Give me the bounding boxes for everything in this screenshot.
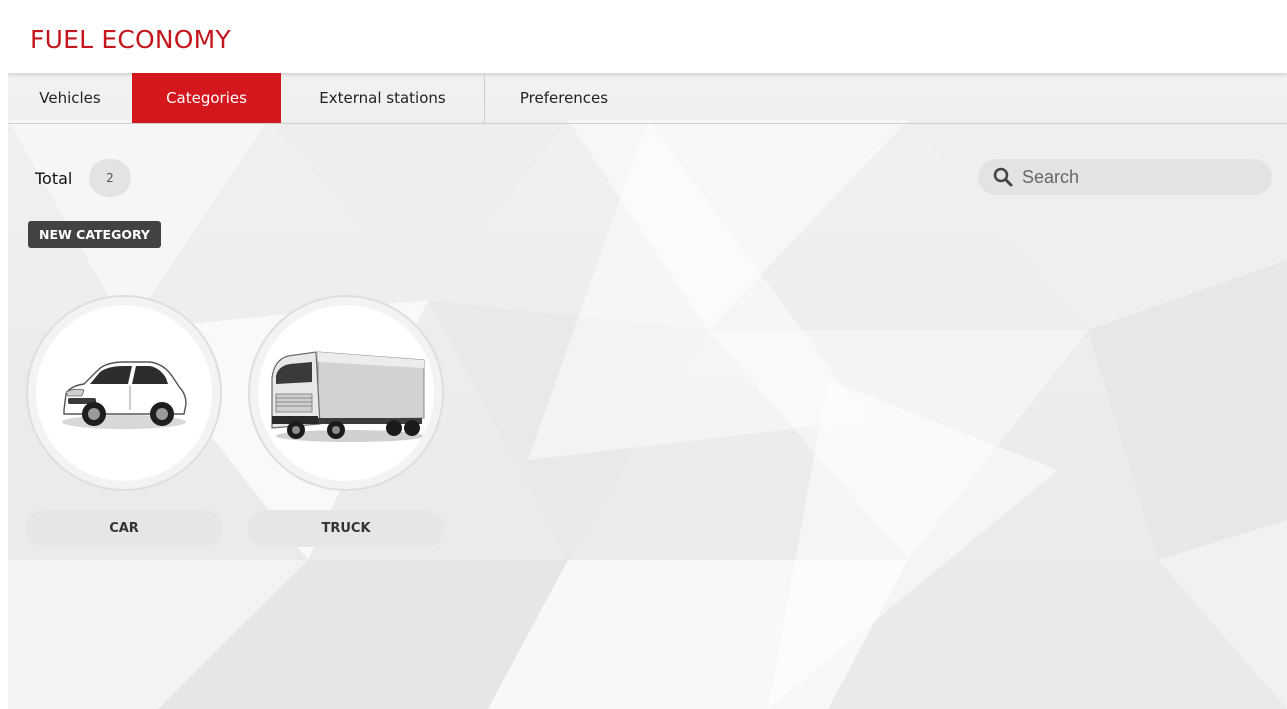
app-header: FUEL ECONOMY (8, 0, 1287, 73)
tab-bar: Vehicles Categories External stations Pr… (8, 73, 1287, 124)
category-image-frame (248, 295, 444, 491)
tab-preferences[interactable]: Preferences (485, 73, 643, 123)
new-category-button[interactable]: NEW CATEGORY (28, 221, 161, 248)
search-input[interactable] (1020, 165, 1264, 189)
category-image-frame (26, 295, 222, 491)
category-label: TRUCK (248, 510, 444, 547)
truck-icon (271, 351, 425, 442)
tab-external-stations[interactable]: External stations (281, 73, 485, 123)
tab-categories[interactable]: Categories (132, 73, 281, 123)
category-label: CAR (26, 510, 222, 547)
car-icon (62, 361, 187, 429)
total-count-badge: 2 (89, 159, 131, 197)
category-card-truck[interactable]: TRUCK (248, 295, 448, 555)
page: FUEL ECONOMY Vehicles Categories Externa… (0, 0, 1287, 709)
total-label: Total (35, 169, 73, 188)
app-title: FUEL ECONOMY (30, 25, 231, 54)
category-card-car[interactable]: CAR (26, 295, 226, 555)
tab-vehicles[interactable]: Vehicles (8, 73, 132, 123)
search-box[interactable] (978, 159, 1272, 195)
search-icon (992, 166, 1014, 188)
left-rail (0, 0, 8, 709)
